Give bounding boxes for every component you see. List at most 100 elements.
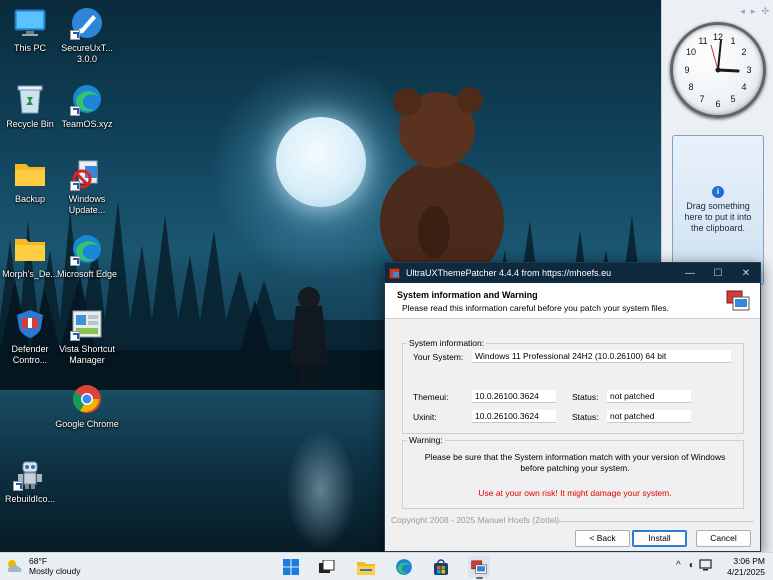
shortcut-arrow-icon [70,256,80,266]
cloudy-weather-icon [6,558,24,574]
edge-browser-icon [70,82,104,116]
recycle-bin-icon [13,82,47,116]
taskbar-store[interactable] [430,556,452,578]
teddy-bear-illustration [380,87,504,282]
taskbar-ultrauxthemepatcher[interactable] [468,556,490,579]
uxinit-version-value: 10.0.26100.3624 [472,410,556,423]
taskbar-clock[interactable]: 3:06 PM 4/21/2025 [727,556,765,578]
app-icon [389,267,400,279]
shortcut-arrow-icon [13,481,23,491]
clipboard-hint: Drag something here to put it into the c… [684,201,752,233]
paintbrush-icon [70,6,104,40]
store-bag-icon [434,559,448,575]
next-icon[interactable]: ▸ [751,6,756,17]
copyright-text: Copyright 2008 - 2025 Manuel Hoefs (Zott… [391,515,560,525]
add-gadget-icon[interactable]: ✣ [761,6,769,17]
themeui-label: Themeui: [413,392,449,402]
clock-numeral: 3 [746,65,751,75]
desktop-icon-recycle-bin[interactable]: Recycle Bin [0,82,60,130]
desktop-icon-microsoft-edge[interactable]: Microsoft Edge [57,232,117,280]
shortcut-arrow-icon [70,331,80,341]
taskbar-task-view[interactable] [316,556,338,578]
desktop-icon-rebuildicon[interactable]: RebuildIco... [0,457,60,505]
patcher-logo-icon [726,290,750,311]
chevron-up-icon[interactable]: ^ [676,560,681,571]
taskbar: 68°F Mostly cloudy ^ ◐ 3:06 PM 4/21/2025 [0,552,773,580]
separator-line [554,521,754,522]
patcher-window[interactable]: UltraUXThemePatcher 4.4.4 from https://m… [384,262,761,552]
windows-update-blocker-icon [70,157,104,191]
desktop-icon-secureuxtheme[interactable]: SecureUxT... 3.0.0 [57,6,117,65]
close-button[interactable]: ✕ [732,263,760,283]
weather-description: Mostly cloudy [29,566,81,576]
weather-widget[interactable]: 68°F Mostly cloudy [6,556,81,576]
weather-temperature: 68°F [29,556,48,566]
clock-numeral: 1 [730,36,735,46]
taskbar-time: 3:06 PM [733,556,765,566]
desktop-icon-label: SecureUxT... 3.0.0 [61,43,113,64]
previous-icon[interactable]: ◂ [740,6,745,17]
window-titlebar[interactable]: UltraUXThemePatcher 4.4.4 from https://m… [385,263,760,283]
robot-icon [13,457,47,491]
clock-numeral: 9 [684,65,689,75]
desktop-icon-defender-control[interactable]: Defender Contro... [0,307,60,366]
desktop-icon-label: Vista Shortcut Manager [59,344,115,365]
desktop-icon-google-chrome[interactable]: Google Chrome [55,382,119,430]
desktop-icon-morphs-de[interactable]: Morph's_De... [0,232,60,280]
desktop-icon-label: TeamOS.xyz [61,119,113,129]
your-system-value: Windows 11 Professional 24H2 (10.0.26100… [472,350,731,363]
folder-icon [13,232,47,266]
clock-numeral: 7 [699,94,704,104]
clock-numeral: 11 [698,36,707,46]
cancel-button[interactable]: Cancel [696,530,751,547]
desktop-icon-label: Windows Update... [68,194,106,215]
desktop-icon-backup[interactable]: Backup [0,157,60,205]
desktop-icon-windows-update[interactable]: Windows Update... [57,157,117,216]
clock-numeral: 4 [741,82,746,92]
maximize-button[interactable]: ☐ [704,263,732,283]
uxinit-status-value: not patched [607,410,691,423]
speaker-icon[interactable]: ◐ [689,560,695,571]
monitor-icon [13,6,47,40]
desktop-icon-this-pc[interactable]: This PC [0,6,60,54]
install-button[interactable]: Install [632,530,687,547]
desktop-icon-label: RebuildIco... [4,494,56,504]
task-view-icon [319,560,335,573]
uxinit-status-label: Status: [572,412,599,422]
minute-hand [717,39,722,71]
wizard-header-subtitle: Please read this information careful bef… [402,303,669,313]
risk-message: Use at your own risk! It might damage yo… [478,488,672,498]
analog-clock-gadget[interactable]: 12 1 2 3 4 5 6 7 8 9 10 11 [670,22,766,118]
clock-numeral: 2 [741,47,746,57]
system-tray: ^ ◐ [676,559,713,571]
moon-reflection [286,430,356,550]
shortcut-arrow-icon [70,30,80,40]
hour-hand [716,68,740,73]
taskbar-edge[interactable] [393,556,415,578]
shortcut-arrow-icon [70,181,80,191]
warning-legend: Warning: [409,435,443,445]
desktop-icon-teamos[interactable]: TeamOS.xyz [57,82,117,130]
uxinit-label: Uxinit: [413,412,437,422]
chrome-icon [70,382,104,416]
folder-icon [13,157,47,191]
clock-numeral: 6 [715,99,720,109]
clock-numeral: 5 [730,94,735,104]
folder-icon [357,561,375,575]
clock-numeral: 10 [686,47,696,57]
window-title: UltraUXThemePatcher 4.4.4 from https://m… [406,268,612,278]
child-figure-illustration [290,287,328,390]
shortcut-arrow-icon [70,106,80,116]
back-button[interactable]: < Back [575,530,630,547]
wizard-header-title: System information and Warning [397,290,538,300]
warning-message: Please be sure that the System informati… [424,452,726,473]
desktop-icon-vista-shortcut-manager[interactable]: Vista Shortcut Manager [57,307,117,366]
themeui-status-value: not patched [607,390,691,403]
edge-browser-icon [70,232,104,266]
network-icon[interactable] [699,559,713,571]
taskbar-file-explorer[interactable] [355,556,377,578]
start-button[interactable] [280,556,302,578]
clock-face: 12 1 2 3 4 5 6 7 8 9 10 11 [684,32,751,109]
minimize-button[interactable]: — [676,263,704,283]
patcher-logo-icon [471,559,487,574]
